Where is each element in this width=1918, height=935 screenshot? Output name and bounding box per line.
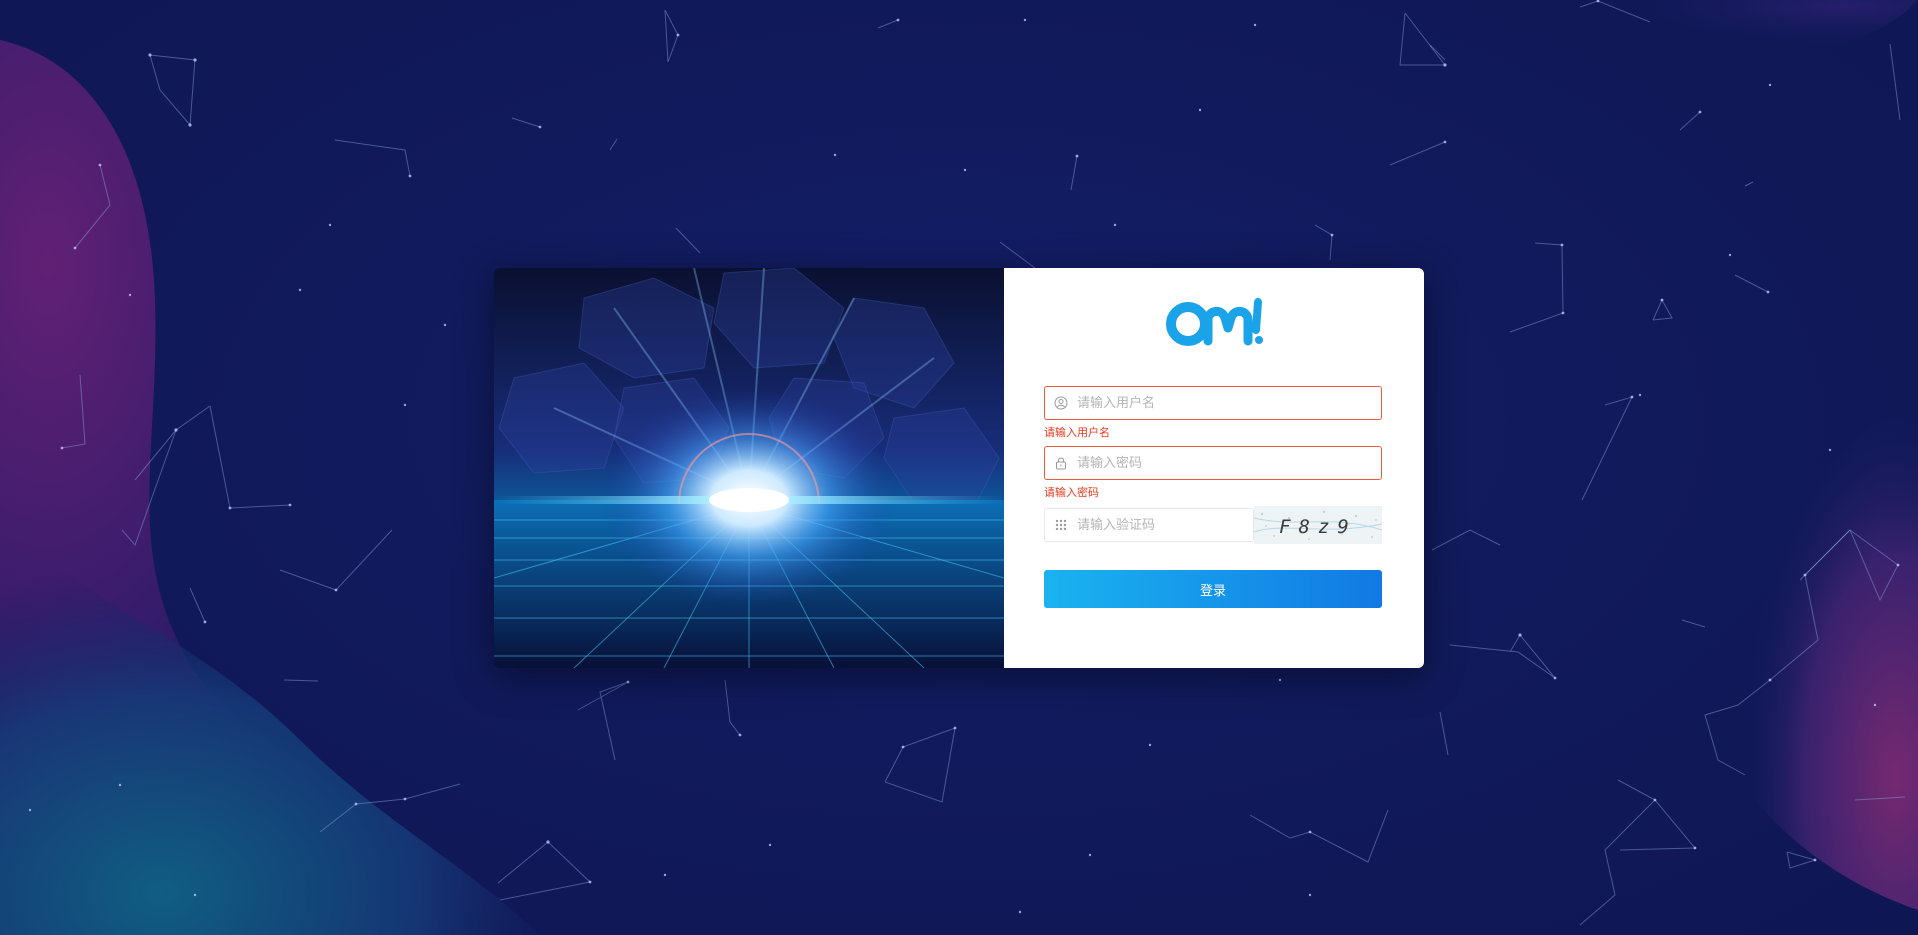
password-input[interactable]	[1077, 448, 1381, 478]
captcha-image[interactable]: F8z9	[1254, 506, 1382, 544]
captcha-field	[1044, 508, 1254, 542]
captcha-code: F8z9	[1279, 516, 1357, 538]
lock-icon	[1045, 447, 1077, 479]
login-card: 请输入用户名 请输入密码	[494, 268, 1424, 668]
user-icon	[1045, 387, 1077, 419]
username-field	[1044, 386, 1382, 420]
password-error: 请输入密码	[1044, 486, 1099, 499]
grid-icon	[1045, 509, 1077, 541]
captcha-input[interactable]	[1077, 510, 1253, 540]
username-input[interactable]	[1077, 388, 1381, 418]
tech-light-tunnel-image	[494, 268, 1004, 668]
password-field	[1044, 446, 1382, 480]
username-error: 请输入用户名	[1044, 426, 1110, 439]
login-button[interactable]: 登录	[1044, 570, 1382, 608]
brand-logo	[1166, 298, 1263, 346]
hero-illustration	[494, 268, 1004, 668]
login-panel: 请输入用户名 请输入密码	[1004, 268, 1424, 668]
